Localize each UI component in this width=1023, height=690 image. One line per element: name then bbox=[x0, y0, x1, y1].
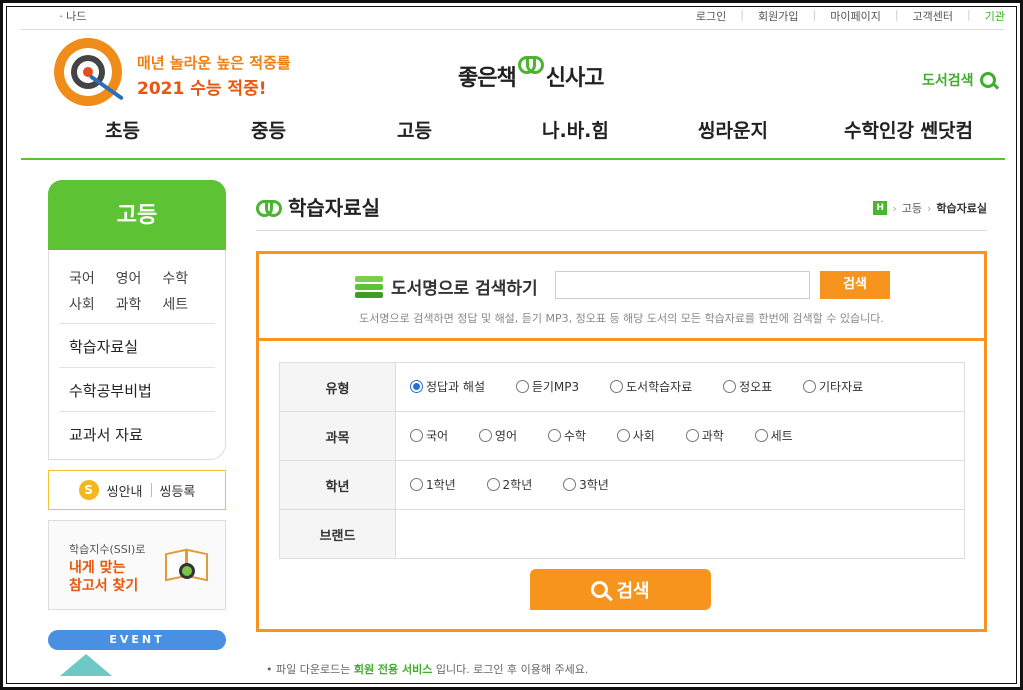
util-mypage-link[interactable]: 마이페이지 bbox=[830, 8, 881, 24]
sing-register-link[interactable]: 씽등록 bbox=[160, 481, 196, 500]
filter-label-subject: 과목 bbox=[279, 411, 396, 461]
util-left-text: ㆍ나드 bbox=[56, 10, 87, 23]
book-search-section: 도서명으로 검색하기 검색 도서명으로 검색하면 정답 및 해설, 듣기 MP3… bbox=[259, 254, 984, 341]
sidebar-subject-social[interactable]: 사회 bbox=[69, 294, 116, 314]
sidebar-item-math-tips[interactable]: 수학공부비법 bbox=[69, 380, 152, 401]
radio-grade-2[interactable]: 2학년 bbox=[486, 476, 532, 493]
radio-type-answer[interactable]: 정답과 해설 bbox=[410, 378, 485, 395]
nav-math-lecture[interactable]: 수학인강 쎈닷컴 bbox=[844, 116, 973, 143]
logo-text-2: 신사고 bbox=[545, 66, 605, 91]
radio-type-other[interactable]: 기타자료 bbox=[803, 378, 863, 395]
filter-table: 유형 정답과 해설 듣기MP3 도서학습자료 정오표 기타자료 과목 국어 영어… bbox=[279, 362, 965, 559]
filter-label-grade: 학년 bbox=[279, 460, 396, 510]
ssi-line3: 참고서 찾기 bbox=[69, 578, 139, 594]
sidebar-item-textbook[interactable]: 교과서 자료 bbox=[69, 424, 143, 445]
search-panel: 도서명으로 검색하기 검색 도서명으로 검색하면 정답 및 해설, 듣기 MP3… bbox=[256, 251, 987, 632]
nav-nabahim[interactable]: 나.바.힘 bbox=[542, 116, 609, 143]
books-icon bbox=[355, 275, 383, 298]
main-search-label: 검색 bbox=[616, 580, 650, 602]
breadcrumb: H › 고등 › 학습자료실 bbox=[873, 200, 987, 216]
filter-row-brand: 브랜드 bbox=[279, 509, 965, 559]
book-search-button[interactable]: 검색 bbox=[820, 271, 890, 299]
divider bbox=[59, 411, 215, 412]
util-join-link[interactable]: 회원가입 bbox=[758, 8, 798, 24]
page-title-text: 학습자료실 bbox=[288, 196, 380, 220]
sidebar-subject-science[interactable]: 과학 bbox=[116, 294, 163, 314]
radio-grade-1[interactable]: 1학년 bbox=[410, 476, 456, 493]
logo-text-1: 좋은책 bbox=[458, 66, 517, 91]
home-icon[interactable]: H bbox=[873, 201, 888, 215]
promo-banner[interactable]: 매년 놀라운 높은 적중률 2021 수능 적중! bbox=[54, 38, 294, 108]
search-icon bbox=[591, 581, 609, 598]
sing-info-link[interactable]: 씽안내 bbox=[107, 481, 143, 500]
divider bbox=[59, 323, 215, 324]
nav-high[interactable]: 고등 bbox=[397, 116, 432, 143]
filter-row-subject: 과목 국어 영어 수학 사회 과학 세트 bbox=[279, 411, 965, 461]
book-search-title: 도서명으로 검색하기 bbox=[391, 279, 538, 299]
sidebar-title: 고등 bbox=[48, 180, 226, 250]
divider bbox=[59, 367, 215, 368]
member-only-text: 회원 전용 서비스 bbox=[353, 663, 433, 676]
subject-grid: 국어 영어 수학 사회 과학 세트 bbox=[69, 268, 209, 314]
filter-row-type: 유형 정답과 해설 듣기MP3 도서학습자료 정오표 기타자료 bbox=[279, 362, 965, 412]
sidebar-menu: 국어 영어 수학 사회 과학 세트 학습자료실 수학공부비법 교과서 자료 bbox=[48, 250, 226, 460]
leaf-icon bbox=[256, 197, 282, 217]
nav-elementary[interactable]: 초등 bbox=[105, 116, 140, 143]
util-org-link[interactable]: 기관 bbox=[985, 8, 1005, 24]
sing-point-box: S 씽안내 씽등록 bbox=[48, 470, 226, 510]
main-search-button[interactable]: 검색 bbox=[530, 569, 711, 610]
breadcrumb-high[interactable]: 고등 bbox=[902, 200, 922, 216]
book-title-input[interactable] bbox=[555, 271, 810, 299]
nav-sing-lounge[interactable]: 씽라운지 bbox=[698, 116, 768, 143]
search-hint: 도서명으로 검색하면 정답 및 해설, 듣기 MP3, 정오표 등 해당 도서의… bbox=[359, 312, 884, 325]
radio-subject-korean[interactable]: 국어 bbox=[410, 427, 448, 444]
event-thumbnail[interactable] bbox=[60, 654, 112, 676]
utility-bar: ㆍ나드 로그인 | 회원가입 | 마이페이지 | 고객센터 | 기관 bbox=[21, 8, 1005, 30]
radio-subject-social[interactable]: 사회 bbox=[616, 427, 655, 444]
nav-middle[interactable]: 중등 bbox=[251, 116, 286, 143]
sidebar-subject-set[interactable]: 세트 bbox=[162, 294, 209, 314]
filter-label-brand: 브랜드 bbox=[279, 509, 396, 559]
book-search-link[interactable]: 도서검색 bbox=[922, 70, 996, 90]
sidebar-item-library[interactable]: 학습자료실 bbox=[69, 336, 138, 357]
brand-options bbox=[395, 509, 965, 559]
breadcrumb-current: 학습자료실 bbox=[936, 202, 987, 215]
radio-subject-set[interactable]: 세트 bbox=[754, 427, 793, 444]
radio-type-errata[interactable]: 정오표 bbox=[723, 378, 772, 395]
sidebar-subject-english[interactable]: 영어 bbox=[116, 268, 163, 288]
radio-grade-3[interactable]: 3학년 bbox=[563, 476, 609, 493]
ssi-banner[interactable]: 학습지수(SSI)로 내게 맞는 참고서 찾기 bbox=[48, 520, 226, 610]
radio-subject-english[interactable]: 영어 bbox=[478, 427, 517, 444]
book-magnifier-icon bbox=[165, 545, 209, 583]
filter-row-grade: 학년 1학년 2학년 3학년 bbox=[279, 460, 965, 510]
leaf-logo-icon bbox=[517, 54, 544, 74]
coin-icon: S bbox=[78, 480, 99, 500]
download-notice: • 파일 다운로드는 회원 전용 서비스 입니다. 로그인 후 이용해 주세요. bbox=[266, 663, 589, 676]
util-cs-link[interactable]: 고객센터 bbox=[913, 8, 953, 24]
event-banner-label[interactable]: EVENT bbox=[48, 630, 226, 650]
book-search-heading: 도서명으로 검색하기 bbox=[355, 274, 538, 299]
main-nav: 초등 중등 고등 나.바.힘 씽라운지 수학인강 쎈닷컴 bbox=[21, 112, 1005, 160]
chevron-right-icon: › bbox=[926, 201, 932, 215]
radio-subject-math[interactable]: 수학 bbox=[547, 427, 586, 444]
target-icon bbox=[54, 38, 124, 106]
ssi-line2: 내게 맞는 bbox=[69, 560, 126, 576]
chevron-right-icon: › bbox=[892, 201, 897, 215]
util-login-link[interactable]: 로그인 bbox=[696, 8, 726, 24]
radio-subject-science[interactable]: 과학 bbox=[685, 427, 724, 444]
radio-type-mp3[interactable]: 듣기MP3 bbox=[515, 378, 579, 395]
site-logo[interactable]: 좋은책 신사고 bbox=[458, 48, 605, 92]
sidebar-subject-korean[interactable]: 국어 bbox=[69, 268, 116, 288]
sidebar-subject-math[interactable]: 수학 bbox=[162, 268, 209, 288]
book-search-label: 도서검색 bbox=[922, 73, 974, 89]
ssi-line1: 학습지수(SSI)로 bbox=[69, 543, 146, 556]
page-title: 학습자료실 bbox=[256, 192, 380, 221]
promo-line1: 매년 놀라운 높은 적중률 bbox=[137, 54, 291, 72]
search-icon bbox=[979, 72, 996, 88]
radio-type-material[interactable]: 도서학습자료 bbox=[609, 378, 692, 395]
title-divider bbox=[256, 230, 987, 231]
promo-line2: 2021 수능 적중! bbox=[137, 79, 267, 99]
filter-label-type: 유형 bbox=[279, 362, 396, 412]
